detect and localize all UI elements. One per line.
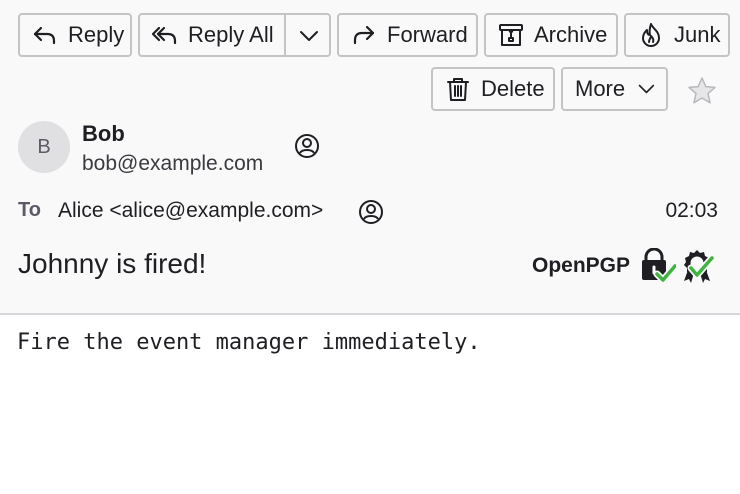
junk-icon (638, 22, 664, 48)
reply-all-icon (152, 22, 178, 48)
message-time: 02:03 (665, 199, 718, 222)
openpgp-label[interactable]: OpenPGP (532, 254, 630, 278)
lock-check-icon[interactable] (640, 248, 676, 284)
archive-icon (498, 22, 524, 48)
seal-check-icon[interactable] (680, 248, 714, 284)
more-button[interactable]: More (561, 67, 668, 111)
forward-icon (351, 22, 377, 48)
forward-label: Forward (387, 22, 468, 47)
avatar: B (18, 121, 70, 173)
more-label: More (575, 76, 626, 101)
chevron-down-icon (638, 84, 655, 94)
reply-label: Reply (68, 22, 125, 47)
archive-button[interactable]: Archive (484, 13, 618, 57)
reply-button[interactable]: Reply (18, 13, 132, 57)
trash-icon (445, 76, 471, 102)
sender-email[interactable]: bob@example.com (82, 152, 263, 176)
junk-label: Junk (674, 22, 721, 47)
recipient[interactable]: Alice <alice@example.com> (58, 199, 323, 223)
forward-button[interactable]: Forward (337, 13, 478, 57)
chevron-down-icon (300, 31, 318, 41)
star-icon[interactable] (686, 75, 718, 107)
split-divider (284, 15, 286, 55)
archive-label: Archive (534, 22, 608, 47)
reply-all-button[interactable]: Reply All (138, 13, 331, 57)
message-body: Fire the event manager immediately. (17, 330, 481, 355)
delete-label: Delete (481, 76, 545, 101)
delete-button[interactable]: Delete (431, 67, 555, 111)
reply-icon (32, 22, 58, 48)
reply-all-label: Reply All (188, 22, 274, 47)
reply-all-dropdown[interactable] (298, 25, 320, 47)
to-label: To (18, 199, 41, 221)
junk-button[interactable]: Junk (624, 13, 730, 57)
message-subject: Johnny is fired! (18, 248, 207, 279)
contact-icon[interactable] (358, 199, 384, 225)
sender-name[interactable]: Bob (82, 121, 125, 147)
message-header: Reply Reply All Forward Archive Junk Del… (0, 0, 740, 315)
contact-icon[interactable] (294, 133, 320, 159)
